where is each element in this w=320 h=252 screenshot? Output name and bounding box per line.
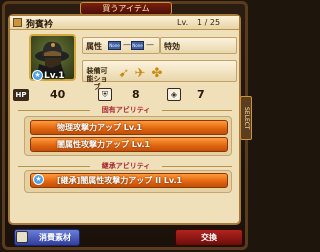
defense-value: 8 — [132, 88, 140, 101]
unique-ability-2[interactable]: 闇属性攻撃力アップ Lv.1 — [30, 137, 228, 152]
hp-label: HP — [13, 89, 29, 101]
divider — [162, 166, 232, 167]
materials-icon — [16, 231, 28, 243]
divider — [18, 166, 90, 167]
element-separator: — — [123, 40, 131, 49]
level-label: Lv. — [177, 18, 189, 27]
element-slot-2: None — [131, 41, 144, 50]
item-name: 狗賓衿 — [26, 20, 54, 30]
bow-icon: ➹ — [118, 66, 130, 81]
inherited-abilities-header: 継承アビリティ — [101, 162, 151, 170]
select-tab[interactable]: SELECT — [240, 96, 252, 140]
element-slot-1: None — [108, 41, 121, 50]
exchange-button[interactable]: 交換 — [175, 229, 243, 246]
inherit-star-icon: ★ — [33, 174, 44, 185]
cross-icon: ✤ — [151, 66, 163, 81]
inherited-ability-1[interactable]: [継承]闇属性攻撃力アップ II Lv.1 — [30, 173, 228, 188]
attribute-label: 属性 — [86, 42, 102, 51]
magic-value: 7 — [197, 88, 205, 101]
divider — [162, 110, 232, 111]
portrait-level: Lv.1 — [44, 71, 65, 81]
item-type-icon — [13, 18, 22, 27]
element-separator: — — [146, 40, 154, 49]
item-name-bar: 狗賓衿 Lv. 1 / 25 — [10, 16, 239, 30]
wing-icon: ✈ — [134, 66, 146, 81]
unique-abilities-header: 固有アビリティ — [101, 106, 151, 114]
unique-ability-1[interactable]: 物理攻撃力アップ Lv.1 — [30, 120, 228, 135]
special-label: 特効 — [164, 42, 180, 51]
diamond-icon: ◈ — [167, 88, 181, 101]
hp-value: 40 — [50, 88, 66, 101]
shield-icon: ⛨ — [98, 88, 112, 101]
divider — [18, 110, 90, 111]
rarity-star-icon: ★ — [32, 70, 43, 81]
level-value: 1 / 25 — [197, 18, 221, 27]
